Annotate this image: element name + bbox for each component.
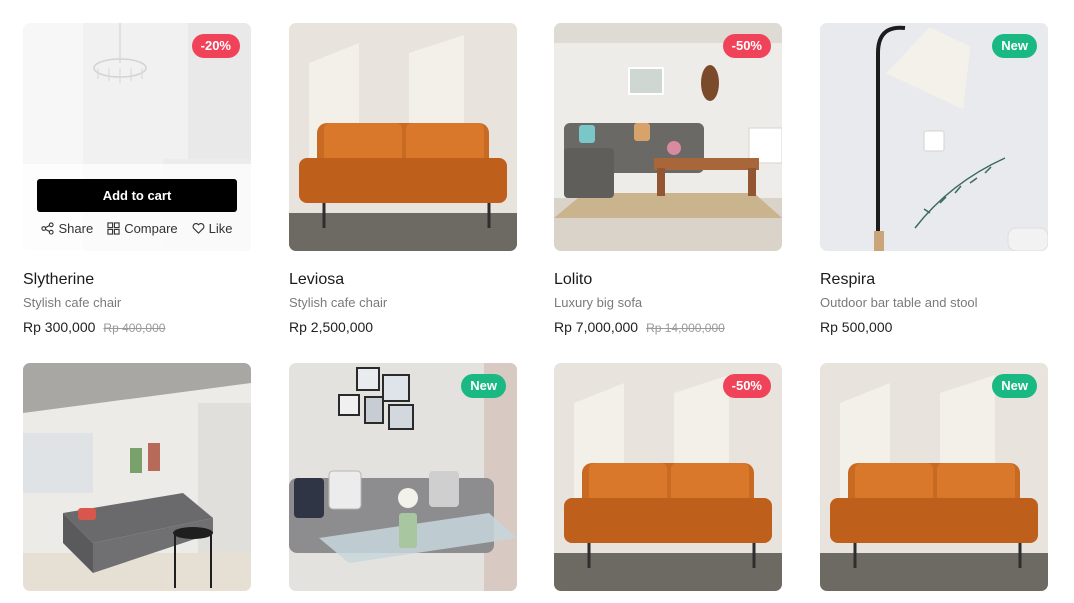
product-image[interactable]: -20% Add to cart Share Compare Like: [23, 23, 251, 251]
original-price: Rp 14,000,000: [646, 321, 725, 335]
product-name[interactable]: Respira: [820, 270, 1048, 290]
like-label: Like: [208, 220, 233, 236]
product-description: Stylish cafe chair: [23, 295, 122, 310]
product-card[interactable]: -20% Add to cart Share Compare Like Slyt…: [23, 23, 251, 336]
product-image[interactable]: -50%: [554, 23, 782, 251]
compare-icon: [107, 221, 120, 235]
product-price: Rp 7,000,000: [554, 319, 639, 335]
discount-badge: -20%: [191, 34, 240, 58]
product-price: Rp 500,000: [820, 319, 893, 335]
new-badge: New: [992, 374, 1037, 398]
product-image[interactable]: -50%: [554, 363, 782, 591]
new-badge: New: [461, 374, 506, 398]
product-image[interactable]: [289, 23, 517, 251]
product-card[interactable]: Leviosa Stylish cafe chair Rp 2,500,000: [289, 23, 517, 336]
product-card[interactable]: New: [289, 363, 517, 591]
heart-icon: [192, 222, 205, 234]
product-image[interactable]: [23, 363, 251, 591]
original-price: Rp 400,000: [103, 321, 166, 335]
share-icon: [41, 221, 55, 235]
card-actions: Share Compare Like: [23, 219, 251, 237]
product-card[interactable]: New Respira Outdoor bar table and stool …: [820, 23, 1048, 336]
add-to-cart-button[interactable]: Add to cart: [37, 179, 237, 212]
discount-badge: -50%: [722, 34, 771, 58]
discount-badge: -50%: [722, 374, 771, 398]
product-name[interactable]: Leviosa: [289, 270, 517, 290]
product-card[interactable]: -50%: [554, 363, 782, 591]
price-row: Rp 300,000 Rp 400,000: [23, 318, 251, 336]
product-image[interactable]: New: [289, 363, 517, 591]
like-button[interactable]: Like: [192, 219, 233, 237]
share-label: Share: [58, 220, 94, 236]
product-image[interactable]: New: [820, 23, 1048, 251]
product-description: Stylish cafe chair: [289, 295, 388, 310]
product-description: Outdoor bar table and stool: [820, 295, 978, 310]
compare-button[interactable]: Compare: [107, 219, 178, 237]
product-name[interactable]: Slytherine: [23, 270, 251, 290]
product-price: Rp 2,500,000: [289, 319, 374, 335]
product-card[interactable]: [23, 363, 251, 591]
product-description: Luxury big sofa: [554, 295, 643, 310]
product-card[interactable]: -50% Lolito Luxury big sofa Rp 7,000,000…: [554, 23, 782, 336]
product-price: Rp 300,000: [23, 319, 96, 335]
product-card[interactable]: New: [820, 363, 1048, 591]
price-row: Rp 2,500,000: [289, 318, 517, 336]
new-badge: New: [992, 34, 1037, 58]
price-row: Rp 7,000,000 Rp 14,000,000: [554, 318, 782, 336]
price-row: Rp 500,000: [820, 318, 1048, 336]
product-image[interactable]: New: [820, 363, 1048, 591]
share-button[interactable]: Share: [41, 219, 93, 237]
product-name[interactable]: Lolito: [554, 270, 782, 290]
compare-label: Compare: [124, 220, 178, 236]
